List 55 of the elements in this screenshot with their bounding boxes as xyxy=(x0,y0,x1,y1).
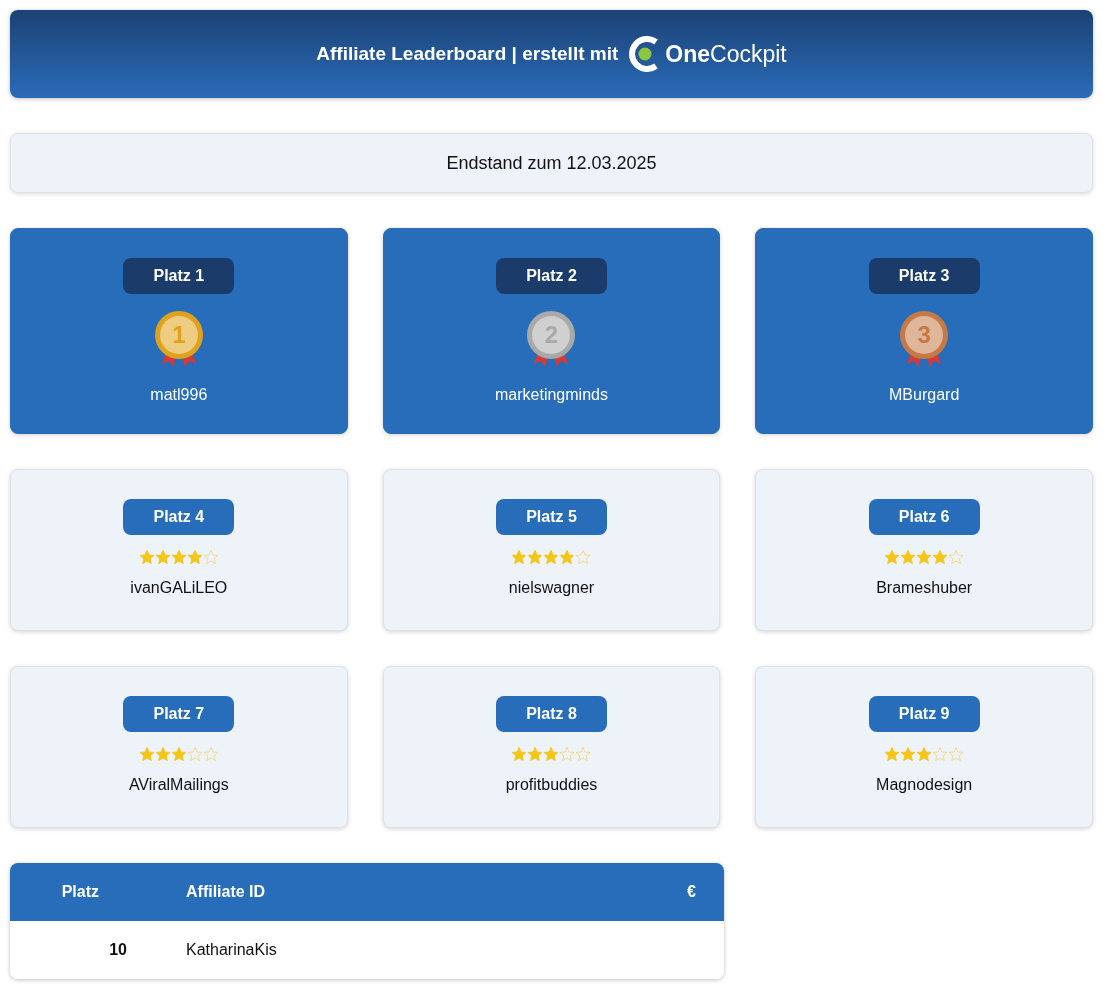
rank-label: Platz 5 xyxy=(496,499,607,535)
filled-star-icon xyxy=(559,549,576,565)
filled-star-icon xyxy=(884,549,901,565)
affiliate-name: marketingminds xyxy=(495,386,608,404)
empty-star-icon xyxy=(202,746,219,762)
empty-star-icon xyxy=(575,746,592,762)
status-banner: Endstand zum 12.03.2025 xyxy=(10,133,1093,193)
filled-star-icon xyxy=(527,549,544,565)
affiliate-name: matl996 xyxy=(150,386,208,404)
filled-star-icon xyxy=(916,746,933,762)
filled-star-icon xyxy=(511,549,528,565)
filled-star-icon xyxy=(543,746,560,762)
rank-label: Platz 2 xyxy=(496,258,607,294)
logo-text: OneCockpit xyxy=(665,40,787,68)
rank-label: Platz 7 xyxy=(123,696,235,732)
filled-star-icon xyxy=(170,746,187,762)
filled-star-icon xyxy=(900,746,917,762)
rank-label: Platz 6 xyxy=(868,499,980,535)
rank-cell-text: 10 xyxy=(108,941,127,959)
filled-star-icon xyxy=(154,746,171,762)
medal-icon xyxy=(153,310,204,368)
rank-label: Platz 1 xyxy=(123,258,235,294)
medal-number: 1 xyxy=(171,321,187,349)
empty-star-icon xyxy=(948,746,965,762)
filled-star-icon xyxy=(154,549,171,565)
filled-star-icon xyxy=(884,746,901,762)
rank-label: Platz 9 xyxy=(868,696,980,732)
affiliate-name: Brameshuber xyxy=(876,579,973,597)
affiliate-name: profitbuddies xyxy=(505,776,598,794)
filled-star-icon xyxy=(916,549,933,565)
filled-star-icon xyxy=(543,549,560,565)
filled-star-icon xyxy=(186,549,203,565)
affiliate-name: Magnodesign xyxy=(876,776,973,794)
filled-star-icon xyxy=(900,549,917,565)
filled-star-icon xyxy=(170,549,187,565)
medal-icon xyxy=(526,310,577,368)
filled-star-icon xyxy=(932,549,949,565)
column-header: Affiliate ID xyxy=(186,883,267,901)
filled-star-icon xyxy=(138,549,155,565)
affiliate-name: MBurgard xyxy=(889,386,960,404)
filled-star-icon xyxy=(511,746,528,762)
column-header: Platz xyxy=(60,883,100,901)
medal-icon xyxy=(899,310,950,368)
filled-star-icon xyxy=(138,746,155,762)
filled-star-icon xyxy=(527,746,544,762)
affiliate-name: AViralMailings xyxy=(128,776,229,794)
column-header: € xyxy=(686,883,697,901)
affiliate-name: nielswagner xyxy=(508,579,595,597)
rank-label: Platz 3 xyxy=(868,258,980,294)
affiliate-name: ivanGALiLEO xyxy=(130,579,228,597)
medal-number: 3 xyxy=(916,321,932,349)
header-title: Affiliate Leaderboard | erstellt mit xyxy=(316,43,619,65)
rank-label: Platz 4 xyxy=(123,499,235,535)
affiliate-cell-text: KatharinaKis xyxy=(186,941,278,959)
rank-label: Platz 8 xyxy=(496,696,607,732)
